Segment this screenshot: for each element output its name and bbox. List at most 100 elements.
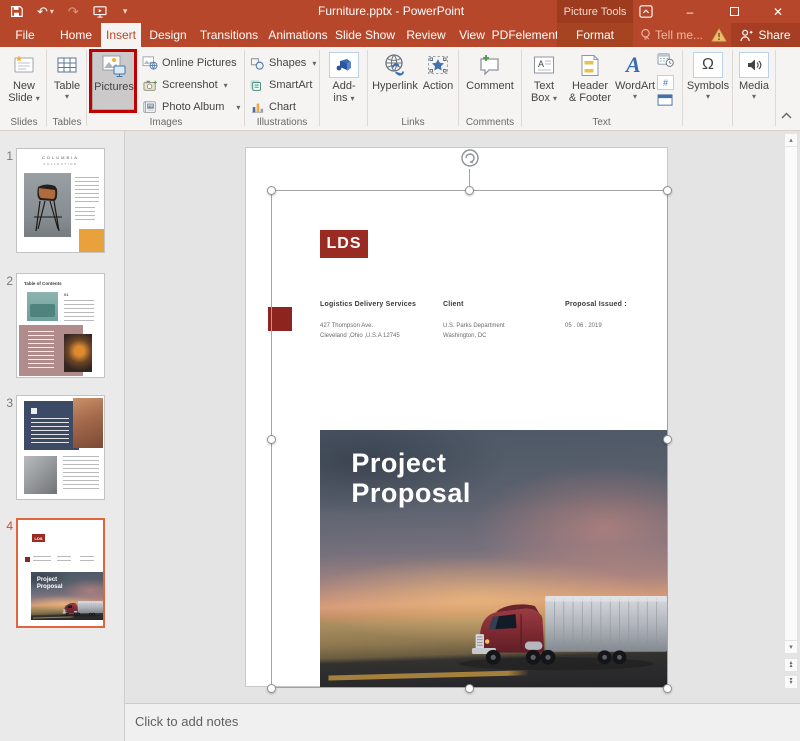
- thumb3-photo-right: [73, 398, 103, 448]
- group-label-links: Links: [401, 117, 425, 128]
- resize-handle-bottom-right[interactable]: [663, 684, 672, 693]
- hyperlink-icon: [382, 52, 408, 78]
- tell-me-box[interactable]: Tell me...: [640, 23, 727, 47]
- resize-handle-bottom-middle[interactable]: [465, 684, 474, 693]
- wordart-button[interactable]: A WordArt ▾: [615, 50, 655, 101]
- group-separator: [367, 50, 368, 126]
- document-title: Furniture.pptx - PowerPoint: [318, 4, 465, 18]
- screenshot-button[interactable]: Screenshot ▾: [142, 75, 228, 95]
- tab-review[interactable]: Review: [401, 23, 451, 47]
- tab-insert[interactable]: Insert: [101, 23, 141, 47]
- table-label: Table: [53, 80, 81, 92]
- save-button[interactable]: [10, 5, 23, 18]
- slide-3-thumbnail[interactable]: [16, 395, 105, 500]
- tab-pdfelement[interactable]: PDFelement: [492, 23, 559, 47]
- resize-handle-middle-right[interactable]: [663, 435, 672, 444]
- thumb1-orange-block: [79, 229, 104, 252]
- slide-number-button[interactable]: #: [657, 75, 674, 90]
- tab-slide-show[interactable]: Slide Show: [331, 23, 399, 47]
- scroll-up-button[interactable]: ▴: [784, 133, 798, 147]
- warning-icon[interactable]: [711, 28, 727, 42]
- resize-handle-top-right[interactable]: [663, 186, 672, 195]
- chart-button[interactable]: Chart: [250, 97, 296, 117]
- undo-button[interactable]: ↶ ▾: [37, 4, 54, 20]
- action-icon: [426, 52, 450, 78]
- thumb4-text-lines: [33, 556, 51, 564]
- customize-caret-icon: ▾: [122, 6, 128, 16]
- svg-text:A: A: [624, 53, 641, 77]
- pictures-button[interactable]: Pictures: [92, 50, 136, 110]
- vertical-scrollbar-track[interactable]: [784, 133, 798, 654]
- ribbon-display-options-button[interactable]: [624, 0, 668, 23]
- group-label-illustrations: Illustrations: [256, 117, 308, 128]
- media-button[interactable]: Media ▾: [735, 50, 773, 101]
- customize-qat-button[interactable]: ▾: [121, 6, 128, 17]
- thumb1-subtitle: COLLECTION: [43, 162, 78, 166]
- slide-lds-logo[interactable]: LDS: [320, 230, 368, 258]
- next-slide-button[interactable]: ▾ ▾: [784, 675, 798, 689]
- group-separator: [458, 50, 459, 126]
- redo-button[interactable]: ↷: [68, 4, 79, 20]
- share-button[interactable]: Share: [731, 23, 800, 47]
- tab-animations[interactable]: Animations: [264, 23, 332, 47]
- collapse-ribbon-button[interactable]: [781, 106, 792, 124]
- slide-info-column-company[interactable]: Logistics Delivery Services 427 Thompson…: [320, 301, 440, 341]
- rotation-handle[interactable]: [458, 146, 482, 170]
- slide-info-column-proposal[interactable]: Proposal Issued : 05 . 06 . 2019: [565, 301, 685, 332]
- slide-red-square[interactable]: [268, 307, 292, 331]
- tab-home[interactable]: Home: [55, 23, 97, 47]
- text-box-button[interactable]: A Text Box ▾: [525, 50, 563, 104]
- minimize-button[interactable]: –: [668, 0, 712, 23]
- action-button[interactable]: Action: [419, 50, 457, 92]
- slide-2-thumbnail[interactable]: Table of Contents 01: [16, 273, 105, 378]
- notes-pane[interactable]: Click to add notes: [125, 703, 800, 741]
- date-time-button[interactable]: [657, 52, 674, 72]
- resize-handle-middle-left[interactable]: [267, 435, 276, 444]
- thumb4-lds-logo: LDS: [32, 534, 45, 542]
- thumb2-sofa-photo: [27, 292, 58, 321]
- online-pictures-label: Online Pictures: [162, 57, 237, 69]
- hyperlink-button[interactable]: Hyperlink: [369, 50, 421, 92]
- thumb1-text-lines: [75, 177, 99, 203]
- symbols-button[interactable]: Ω Symbols ▾: [687, 50, 729, 101]
- resize-handle-top-left[interactable]: [267, 186, 276, 195]
- undo-caret-icon[interactable]: ▾: [50, 7, 54, 16]
- ribbon-group-slides: New Slide ▾ Slides: [2, 47, 46, 131]
- ribbon-group-addins: Add-ins ▾: [321, 47, 366, 131]
- ribbon-group-symbols: Ω Symbols ▾: [684, 47, 731, 131]
- tab-file[interactable]: File: [8, 23, 42, 47]
- comment-button[interactable]: Comment: [462, 50, 518, 92]
- tab-design[interactable]: Design: [145, 23, 191, 47]
- slide-4-thumbnail[interactable]: LDS Project Proposal: [16, 518, 105, 628]
- resize-handle-bottom-left[interactable]: [267, 684, 276, 693]
- slide-editor: LDS Logistics Delivery Services 427 Thom…: [125, 131, 800, 703]
- smartart-button[interactable]: SmartArt: [250, 75, 312, 95]
- screenshot-label: Screenshot: [162, 79, 218, 91]
- new-slide-button[interactable]: New Slide ▾: [5, 50, 43, 104]
- addins-button[interactable]: Add-ins ▾: [327, 50, 361, 104]
- header-footer-icon: [580, 52, 600, 78]
- resize-handle-top-middle[interactable]: [465, 186, 474, 195]
- previous-slide-button[interactable]: ▴ ▴: [784, 658, 798, 672]
- object-button[interactable]: [657, 93, 674, 112]
- table-icon: [56, 52, 78, 78]
- slide-thumbnails-panel: 1 COLUMBIA COLLECTION 2 Table of Content…: [0, 131, 125, 741]
- tab-transitions[interactable]: Transitions: [194, 23, 264, 47]
- group-separator: [682, 50, 683, 126]
- slide-1-thumbnail[interactable]: COLUMBIA COLLECTION: [16, 148, 105, 253]
- close-button[interactable]: ✕: [756, 0, 800, 23]
- online-pictures-button[interactable]: Online Pictures: [142, 53, 237, 73]
- header-footer-button[interactable]: Header & Footer: [567, 50, 613, 104]
- photo-album-button[interactable]: Photo Album ▾: [142, 97, 240, 117]
- table-button[interactable]: Table ▾: [50, 50, 84, 101]
- tab-view[interactable]: View: [452, 23, 492, 47]
- tab-format-contextual[interactable]: Format: [557, 23, 633, 47]
- maximize-restore-button[interactable]: [712, 0, 756, 23]
- scroll-down-button[interactable]: ▾: [784, 640, 798, 654]
- wordart-icon: A: [623, 52, 647, 78]
- start-slideshow-button[interactable]: [93, 5, 107, 18]
- slide-truck-image[interactable]: Project Proposal: [320, 430, 668, 687]
- notes-placeholder[interactable]: Click to add notes: [135, 714, 238, 729]
- slide-info-column-client[interactable]: Client U.S. Parks Department Washington,…: [443, 301, 563, 341]
- shapes-button[interactable]: Shapes ▾: [250, 53, 316, 73]
